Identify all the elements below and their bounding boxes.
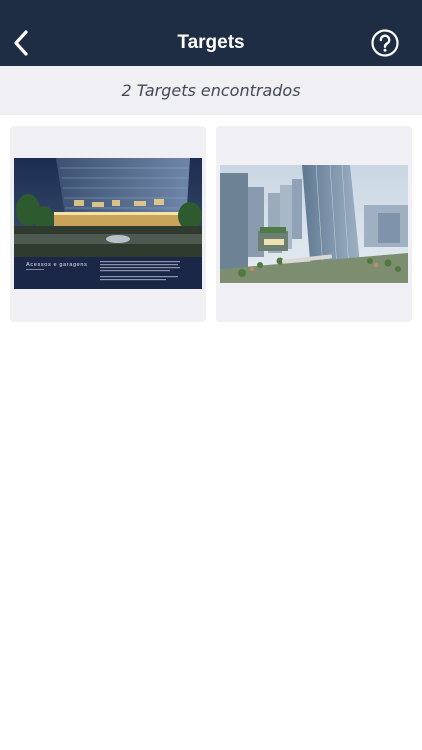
target-card[interactable] — [216, 126, 412, 322]
target-image — [220, 165, 408, 283]
target-thumbnail — [220, 165, 408, 283]
navigation-bar: Targets — [0, 0, 422, 66]
results-count-label: 2 Targets encontrados — [121, 81, 301, 100]
page-title: Targets — [177, 32, 245, 53]
results-count-bar: 2 Targets encontrados — [0, 66, 422, 115]
question-circle-icon — [371, 29, 399, 57]
target-caption: Acessos e garagens — [26, 262, 88, 268]
target-image: Acessos e garagens — [14, 158, 202, 289]
target-thumbnail: Acessos e garagens — [14, 158, 202, 289]
target-card[interactable]: Acessos e garagens — [10, 126, 206, 322]
help-button[interactable] — [370, 28, 400, 58]
